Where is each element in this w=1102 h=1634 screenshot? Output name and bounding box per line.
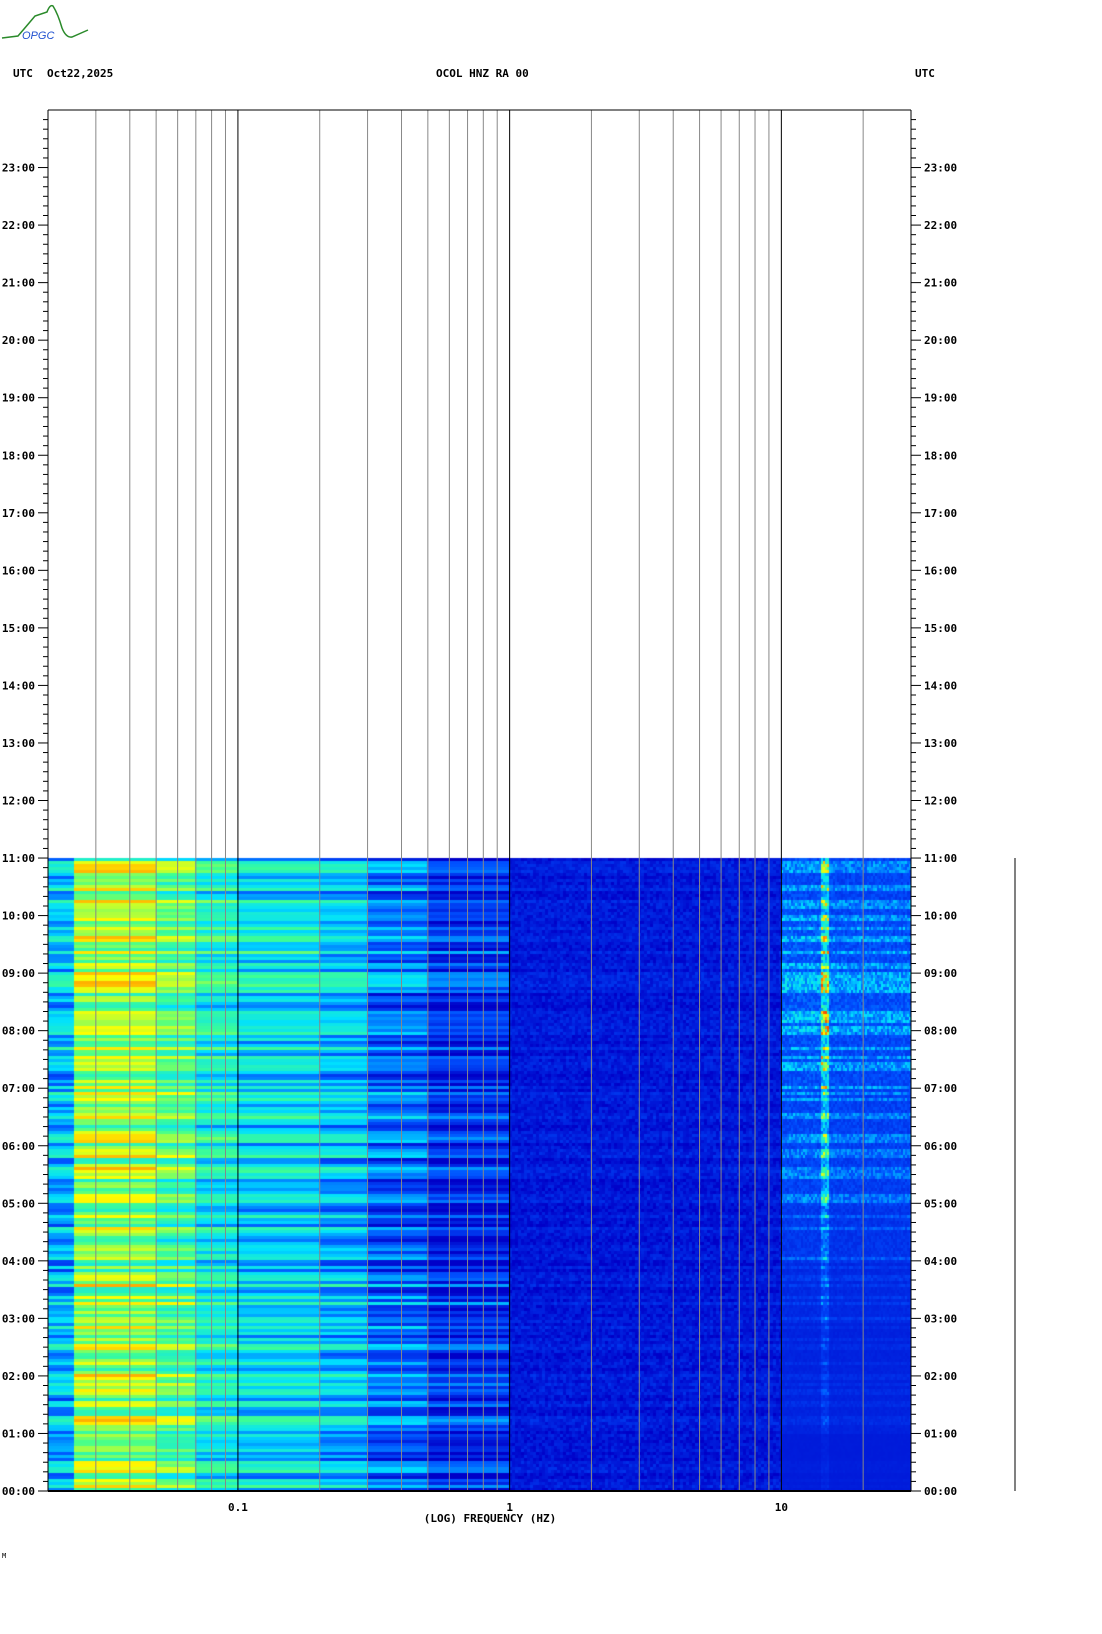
x-tick-label: 0.1 xyxy=(228,1501,248,1514)
y-tick-label-right: 14:00 xyxy=(924,679,957,692)
y-tick-label-left: 03:00 xyxy=(2,1312,35,1325)
y-tick-label-left: 16:00 xyxy=(2,564,35,577)
y-tick-label-right: 06:00 xyxy=(924,1140,957,1153)
y-tick-label-right: 02:00 xyxy=(924,1370,957,1383)
y-tick-label-right: 17:00 xyxy=(924,507,957,520)
y-tick-label-right: 09:00 xyxy=(924,967,957,980)
y-tick-label-right: 03:00 xyxy=(924,1312,957,1325)
y-tick-label-right: 22:00 xyxy=(924,219,957,232)
y-tick-label-left: 12:00 xyxy=(2,795,35,808)
y-tick-label-right: 20:00 xyxy=(924,334,957,347)
y-tick-label-right: 10:00 xyxy=(924,910,957,923)
y-tick-label-right: 21:00 xyxy=(924,277,957,290)
y-tick-label-right: 08:00 xyxy=(924,1025,957,1038)
footer-mark: M xyxy=(2,1552,7,1560)
y-tick-label-left: 21:00 xyxy=(2,277,35,290)
y-tick-label-right: 04:00 xyxy=(924,1255,957,1268)
y-tick-label-left: 01:00 xyxy=(2,1427,35,1440)
y-tick-label-right: 15:00 xyxy=(924,622,957,635)
y-tick-label-left: 05:00 xyxy=(2,1197,35,1210)
y-tick-label-left: 06:00 xyxy=(2,1140,35,1153)
y-tick-label-left: 13:00 xyxy=(2,737,35,750)
y-tick-label-right: 18:00 xyxy=(924,449,957,462)
y-tick-label-right: 13:00 xyxy=(924,737,957,750)
y-tick-label-left: 15:00 xyxy=(2,622,35,635)
y-tick-label-right: 01:00 xyxy=(924,1427,957,1440)
y-tick-label-right: 00:00 xyxy=(924,1485,957,1498)
y-tick-label-right: 11:00 xyxy=(924,852,957,865)
y-tick-label-left: 00:00 xyxy=(2,1485,35,1498)
x-tick-label: 10 xyxy=(775,1501,788,1514)
y-tick-label-left: 10:00 xyxy=(2,910,35,923)
y-tick-label-left: 11:00 xyxy=(2,852,35,865)
y-tick-label-right: 07:00 xyxy=(924,1082,957,1095)
chart-axes: 00:00 00:00 01:00 01:00 02:00 02:00 03:00 03:00… xyxy=(2,109,1016,1525)
y-tick-label-left: 23:00 xyxy=(2,162,35,175)
y-tick-label-left: 14:00 xyxy=(2,679,35,692)
y-tick-label-right: 19:00 xyxy=(924,392,957,405)
y-tick-label-left: 18:00 xyxy=(2,449,35,462)
y-tick-label-left: 07:00 xyxy=(2,1082,35,1095)
y-tick-label-left: 20:00 xyxy=(2,334,35,347)
x-axis-label: (LOG) FREQUENCY (HZ) xyxy=(424,1512,556,1525)
y-tick-label-left: 04:00 xyxy=(2,1255,35,1268)
y-tick-label-left: 02:00 xyxy=(2,1370,35,1383)
y-tick-label-right: 23:00 xyxy=(924,162,957,175)
y-tick-label-left: 19:00 xyxy=(2,392,35,405)
y-tick-label-left: 22:00 xyxy=(2,219,35,232)
y-tick-label-left: 17:00 xyxy=(2,507,35,520)
y-tick-label-left: 09:00 xyxy=(2,967,35,980)
y-tick-label-left: 08:00 xyxy=(2,1025,35,1038)
y-tick-label-right: 12:00 xyxy=(924,795,957,808)
y-tick-label-right: 16:00 xyxy=(924,564,957,577)
y-tick-label-right: 05:00 xyxy=(924,1197,957,1210)
